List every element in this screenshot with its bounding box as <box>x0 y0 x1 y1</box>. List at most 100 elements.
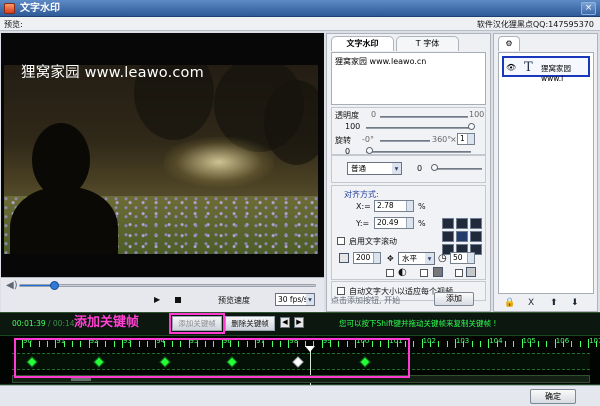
enable-scroll-checkbox[interactable] <box>337 237 345 245</box>
timeline-tick <box>538 341 540 347</box>
rotation-max: 360° <box>432 135 452 144</box>
timeline-tick <box>471 341 473 347</box>
watermark-settings-panel: 文字水印 T 字体 狸窝家园 www.leawo.cn 透明度 0 100 10… <box>326 33 491 312</box>
close-button[interactable]: × <box>581 2 596 15</box>
tab-text-watermark[interactable]: 文字水印 <box>331 36 394 51</box>
keyframe-highlight-box <box>14 338 410 378</box>
align-top-center[interactable] <box>456 218 468 229</box>
x-position-input[interactable]: 2.78 <box>374 200 414 212</box>
window-title: 文字水印 <box>20 3 60 14</box>
timeline-tick <box>513 341 515 347</box>
x-label: X:= <box>356 202 371 211</box>
timeline-tick <box>438 341 440 347</box>
timeline-tick <box>571 341 573 347</box>
scroll-size-input[interactable]: 200 <box>353 252 381 264</box>
x-unit: % <box>418 202 426 211</box>
text-style-select[interactable]: 普通 <box>347 162 402 175</box>
fps-select[interactable]: 30 fps/s <box>275 293 315 306</box>
add-hint: 点击添加按钮, 开始 <box>331 296 401 305</box>
layer-list: 👁 T 狸窝家园 www.l <box>498 52 594 294</box>
timeline-tick <box>579 341 581 347</box>
timeline-tick <box>446 341 448 347</box>
duration-time: / 00:14: <box>48 319 78 328</box>
opacity-label: 透明度 <box>335 111 359 120</box>
scroll-option-checkbox[interactable] <box>386 269 394 277</box>
align-top-right[interactable] <box>470 218 482 229</box>
style-value: 0 <box>417 164 423 173</box>
timeline-tick <box>479 341 481 347</box>
enable-scroll-label: 启用文字滚动 <box>349 237 397 246</box>
timeline-tick-label: 105 <box>522 337 536 345</box>
opacity-slider[interactable] <box>380 116 468 118</box>
volume-icon[interactable]: ◀) <box>6 280 18 291</box>
timeline-tick <box>546 341 548 347</box>
layer-panel: ⚙ 👁 T 狸窝家园 www.l 🔒 X ⬆ ⬇ <box>493 33 598 312</box>
layers-tab-icon[interactable]: ⚙ <box>498 36 520 51</box>
scroll-direction-select[interactable]: 水平 <box>398 252 435 265</box>
y-position-input[interactable]: 20.49 <box>374 217 414 229</box>
lock-icon[interactable]: 🔒 <box>504 298 515 308</box>
move-down-icon[interactable]: ⬇ <box>571 298 579 308</box>
video-preview[interactable]: 狸窝家园 www.leawo.com <box>1 33 324 277</box>
rotation-knob[interactable] <box>366 147 373 154</box>
opacity-value: 100 <box>345 122 361 131</box>
opacity-value-slider[interactable] <box>366 127 471 129</box>
shadow-option-checkbox[interactable] <box>455 269 463 277</box>
layer-item[interactable]: 👁 T 狸窝家园 www.l <box>502 56 590 83</box>
add-button[interactable]: 添加 <box>434 292 474 306</box>
timeline-tick-label: 102 <box>422 337 436 345</box>
delete-keyframe-button[interactable]: 删除关键帧 <box>225 316 275 331</box>
person-silhouette-body <box>10 187 118 254</box>
eye-icon[interactable]: 👁 <box>506 63 516 72</box>
delete-icon[interactable]: X <box>528 298 534 308</box>
move-icon: ✥ <box>387 254 394 263</box>
gradient-icon <box>433 267 443 277</box>
ok-button[interactable]: 确定 <box>530 389 576 404</box>
rotation-value-slider[interactable] <box>366 151 471 153</box>
seek-thumb[interactable] <box>50 281 59 290</box>
rotation-min: -0° <box>362 135 374 144</box>
y-label: Y:= <box>356 219 370 228</box>
rotation-slider[interactable] <box>380 140 430 142</box>
fade-option-checkbox[interactable] <box>420 269 428 277</box>
timeline-tick <box>504 341 506 347</box>
preview-label: 预览: <box>4 20 23 29</box>
rotation-multiplier-input[interactable]: 1 <box>457 133 475 145</box>
next-keyframe-button[interactable]: ▶ <box>294 317 304 328</box>
opacity-max: 100 <box>469 110 485 119</box>
stop-button[interactable] <box>175 297 181 303</box>
opacity-knob[interactable] <box>468 123 475 130</box>
seek-bar[interactable] <box>19 281 316 290</box>
align-middle-right[interactable] <box>470 231 482 242</box>
auto-size-checkbox[interactable] <box>337 287 345 295</box>
layer-name: 狸窝家园 www.l <box>541 64 571 83</box>
style-slider[interactable] <box>434 168 482 170</box>
tab-font[interactable]: T 字体 <box>396 36 459 51</box>
layer-tools: 🔒 X ⬆ ⬇ <box>504 298 592 309</box>
style-section: 普通 0 <box>331 155 486 183</box>
timeline-tick <box>413 341 415 347</box>
opacity-rotation-section: 透明度 0 100 100 旋转 -0° 360° × 1 0 <box>331 107 486 156</box>
style-knob[interactable] <box>431 164 438 171</box>
play-button[interactable]: ▶ <box>154 295 160 304</box>
video-scene <box>4 65 318 254</box>
app-window: 文字水印 × 预览: 软件汉化狸黑点QQ:147595370 狸窝家园 www.… <box>0 0 600 406</box>
shadow-icon <box>466 267 476 277</box>
sunlight-area <box>164 137 274 187</box>
move-up-icon[interactable]: ⬆ <box>550 298 558 308</box>
align-middle-left[interactable] <box>442 231 454 242</box>
align-middle-center[interactable] <box>456 231 468 242</box>
copy-keyframe-hint: 您可以按下Shift键并拖动关键帧来复制关键帧 ! <box>339 319 497 328</box>
preview-speed-label: 预览速度 <box>218 296 250 305</box>
alignment-label: 对齐方式: <box>344 190 379 199</box>
watermark-text-input[interactable]: 狸窝家园 www.leawo.cn <box>331 52 486 105</box>
align-top-left[interactable] <box>442 218 454 229</box>
person-silhouette-head <box>32 123 90 197</box>
add-keyframe-annotation: 添加关键帧 <box>74 315 140 330</box>
text-layer-icon: T <box>524 60 533 75</box>
add-keyframe-button[interactable]: 添加关键帧 <box>169 313 225 334</box>
scroll-speed-input[interactable]: 50 <box>450 252 475 264</box>
y-unit: % <box>418 219 426 228</box>
app-icon <box>4 3 15 14</box>
previous-keyframe-button[interactable]: ◀ <box>280 317 290 328</box>
